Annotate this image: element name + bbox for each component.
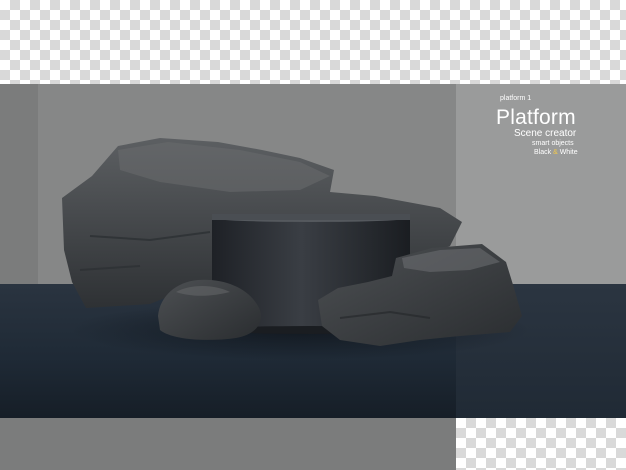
- scene-small-label: platform 1: [500, 95, 532, 102]
- scene-illustration: [62, 138, 530, 360]
- tagline-ampersand: &: [553, 149, 558, 156]
- scene-caption: smart objects: [532, 140, 574, 147]
- tagline-white: White: [559, 149, 578, 156]
- podium-rim: [212, 214, 410, 220]
- tagline-black: Black: [534, 149, 552, 156]
- scene-title: Platform: [496, 106, 576, 129]
- scene-subtitle: Scene creator: [514, 128, 577, 139]
- scene-tagline: Black & White: [534, 149, 578, 156]
